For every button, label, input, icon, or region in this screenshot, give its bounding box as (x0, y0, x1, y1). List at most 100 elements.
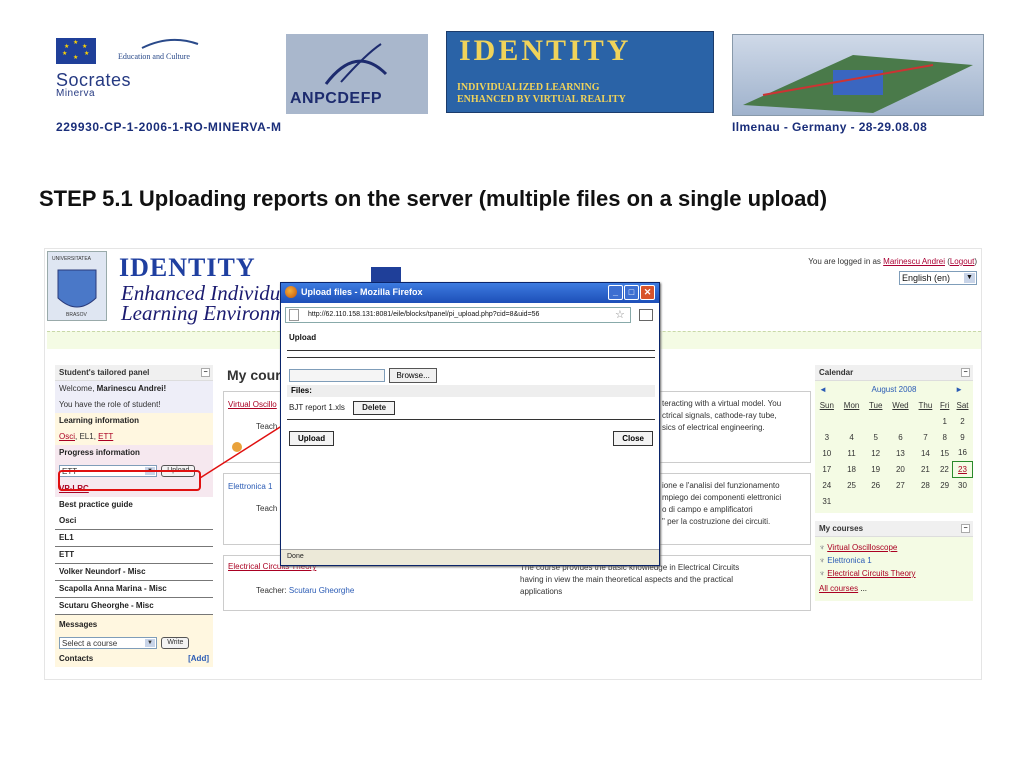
close-icon[interactable]: ✕ (640, 285, 655, 300)
learning-link-osci[interactable]: Osci (59, 432, 75, 441)
next-month-icon[interactable]: ► (955, 385, 963, 394)
files-label: Files: (287, 385, 655, 397)
desc-line: o di campo e amplificatori (662, 505, 753, 514)
my-course-link[interactable]: Virtual Oscilloscope (827, 543, 897, 552)
learning-link-el1[interactable]: EL1 (79, 432, 93, 441)
cal-day (937, 493, 953, 509)
course-icon: ♆ (819, 556, 825, 565)
course-link[interactable]: Virtual Oscillo (228, 400, 277, 409)
best-practice-title: Best practice guide (55, 497, 213, 513)
write-button[interactable]: Write (161, 637, 190, 650)
cal-day: 31 (822, 496, 832, 506)
upload-button[interactable]: Upload (289, 431, 335, 446)
popup-title: Upload files - Mozilla Firefox (301, 287, 423, 297)
user-link[interactable]: Marinescu Andrei (883, 257, 945, 266)
url-input[interactable]: http://62.110.158.131:8081/eile/blocks/t… (285, 307, 631, 323)
divider (287, 357, 655, 358)
bp-item[interactable]: Scapolla Anna Marina - Misc (55, 581, 213, 599)
day-name: Tue (868, 400, 883, 410)
file-picker-row: Browse... (289, 367, 437, 385)
day-name: Sun (819, 400, 834, 410)
file-path-input[interactable] (289, 369, 385, 383)
url-text: http://62.110.158.131:8081/eile/blocks/t… (308, 311, 540, 318)
select-course-dropdown[interactable]: Select a course ▼ (59, 637, 157, 650)
all-courses-link[interactable]: All courses (819, 584, 858, 593)
identity-banner: IDENTITY INDIVIDUALIZED LEARNING ENHANCE… (446, 31, 714, 113)
circuit-board-image (732, 34, 984, 116)
event-location: Ilmenau - Germany - 28-29.08.08 (732, 120, 928, 134)
all-courses-row: All courses ... (819, 582, 969, 595)
bp-item-label: EL1 (59, 533, 74, 543)
day-name: Wed (892, 400, 909, 410)
cal-day: 24 (822, 480, 832, 490)
chevron-down-icon: ▼ (145, 639, 155, 648)
language-select[interactable]: English (en) ▼ (899, 271, 977, 285)
calendar-header: Calendar − (815, 365, 973, 381)
my-course-item[interactable]: ♆ Electrical Circuits Theory (819, 567, 969, 580)
eu-flag-logo: ★ ★ ★ ★ ★ ★ (56, 38, 96, 64)
cal-day: 22 (939, 464, 949, 474)
my-course-item[interactable]: ♆ Virtual Oscilloscope (819, 541, 969, 554)
desc-line: ione e l'analisi del funzionamento (662, 481, 780, 490)
my-course-item[interactable]: ♆ Elettronica 1 (819, 554, 969, 567)
cal-day (887, 493, 914, 509)
cal-day-today[interactable]: 23 (952, 460, 973, 478)
day-name: Thu (918, 400, 933, 410)
teacher-link[interactable]: Scutaru Gheorghe (289, 586, 354, 595)
cal-day: 29 (940, 480, 950, 490)
collapse-icon[interactable]: − (961, 524, 970, 533)
cal-day: 20 (895, 464, 905, 474)
close-button[interactable]: Close (613, 431, 653, 446)
bp-item[interactable]: Scutaru Gheorghe - Misc (55, 598, 213, 616)
contacts-row: Contacts [Add] (55, 651, 213, 668)
minimize-icon[interactable]: _ (608, 285, 623, 300)
bp-item[interactable]: Volker Neundorf - Misc (55, 564, 213, 582)
chevron-down-icon: ▼ (964, 273, 975, 283)
cal-day (887, 413, 914, 429)
bp-item[interactable]: EL1 (55, 530, 213, 548)
my-course-link[interactable]: Electrical Circuits Theory (827, 569, 915, 578)
course-description: The course provides the basic knowledge … (520, 562, 739, 598)
identity-banner-sub2: ENHANCED BY VIRTUAL REALITY (457, 94, 626, 105)
progress-info-label: Progress information (59, 448, 140, 457)
cal-day: 4 (849, 432, 854, 442)
cal-day: 8 (942, 432, 947, 442)
my-courses-header: My courses − (815, 521, 973, 537)
brasov-label: BRASOV (66, 312, 87, 318)
cal-day: 5 (873, 432, 878, 442)
prev-month-icon[interactable]: ◄ (819, 385, 827, 394)
day-name: Fri (940, 400, 950, 410)
identity-banner-title: IDENTITY (459, 34, 632, 67)
add-contact-link[interactable]: [Add] (188, 653, 209, 665)
cal-day: 12 (871, 448, 881, 458)
desc-line: applications (520, 587, 563, 596)
bp-item[interactable]: Osci (55, 513, 213, 531)
browse-button[interactable]: Browse... (389, 368, 437, 384)
learning-link-ett[interactable]: ETT (98, 432, 113, 441)
teacher-label: Teacher: (256, 586, 289, 595)
edu-culture-label: Education and Culture (118, 52, 190, 61)
bp-item[interactable]: ETT (55, 547, 213, 565)
messages-label: Messages (59, 620, 98, 630)
collapse-icon[interactable]: − (201, 368, 210, 377)
cal-day: 15 (940, 448, 950, 458)
maximize-icon[interactable]: □ (624, 285, 639, 300)
cal-day: 14 (920, 448, 930, 458)
cal-day: 26 (871, 480, 881, 490)
delete-button[interactable]: Delete (353, 401, 396, 415)
collapse-icon[interactable]: − (961, 368, 970, 377)
grid-icon[interactable] (639, 309, 653, 321)
bp-item-label: Osci (59, 516, 77, 526)
logout-link[interactable]: Logout (950, 257, 974, 266)
login-prefix: You are logged in as (808, 257, 884, 266)
my-course-link[interactable]: Elettronica 1 (827, 556, 871, 565)
cal-day (864, 493, 886, 509)
url-bar: http://62.110.158.131:8081/eile/blocks/t… (285, 307, 657, 325)
file-name: BJT report 1.xls (289, 403, 345, 412)
star-icon[interactable]: ☆ (615, 308, 625, 321)
calendar-month: August 2008 (871, 385, 917, 394)
cal-day: 1 (942, 416, 947, 426)
minerva-label: Minerva (56, 88, 96, 99)
calendar-block: Calendar − ◄ August 2008 ► Sun Mon Tue W… (815, 365, 973, 601)
cal-day: 25 (847, 480, 857, 490)
